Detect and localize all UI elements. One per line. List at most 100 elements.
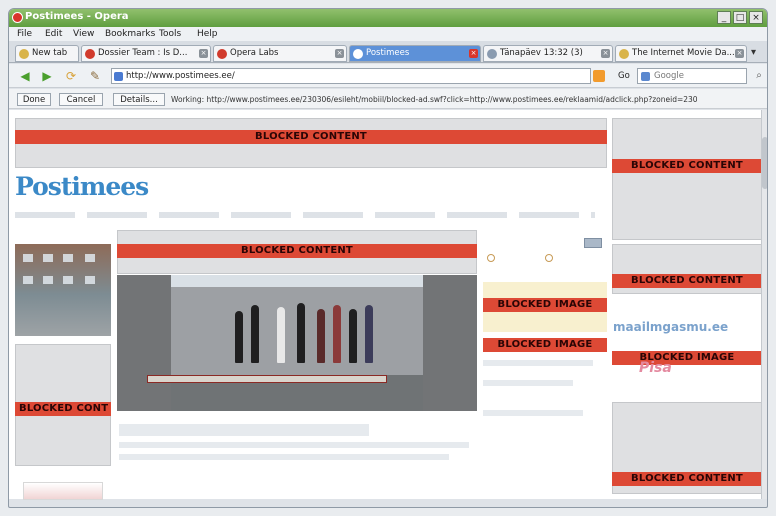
menu-help[interactable]: Help <box>197 29 218 39</box>
photo-person <box>251 305 259 363</box>
wand-icon[interactable]: ✎ <box>87 69 103 83</box>
tab-dossier[interactable]: Dossier Team : Is D... × <box>81 45 211 62</box>
binoculars-icon[interactable]: ⌕ <box>751 69 767 83</box>
small-button[interactable] <box>584 238 602 248</box>
sidebar-text <box>483 410 583 416</box>
blocked-right-ad-1 <box>612 118 762 240</box>
tab-menu-icon[interactable]: ▾ <box>751 47 763 59</box>
photo-window <box>85 254 95 262</box>
photo-person <box>297 303 305 363</box>
cancel-button[interactable]: Cancel <box>59 93 103 106</box>
article-text <box>119 442 469 448</box>
close-icon[interactable]: × <box>335 49 344 58</box>
poll-radio[interactable] <box>487 254 495 262</box>
photo-window <box>85 276 95 284</box>
car-thumbnail[interactable] <box>23 482 103 500</box>
poll-radio[interactable] <box>545 254 553 262</box>
tab-label: The Internet Movie Da... <box>632 48 735 58</box>
photo-person <box>349 309 357 363</box>
tab-label: Opera Labs <box>230 48 279 58</box>
menu-bar: File Edit View Bookmarks Tools Help <box>9 27 767 41</box>
address-text: http://www.postimees.ee/ <box>126 71 235 81</box>
side-photo[interactable] <box>15 244 111 336</box>
photo-window <box>63 254 73 262</box>
tab-new[interactable]: New tab <box>15 45 79 62</box>
tab-postimees[interactable]: Postimees × <box>349 45 481 62</box>
blocked-content-label: BLOCKED CONTENT <box>15 130 607 144</box>
tab-opera-labs[interactable]: Opera Labs × <box>213 45 347 62</box>
tab-bar: New tab Dossier Team : Is D... × Opera La… <box>9 41 767 63</box>
scrollbar-thumb[interactable] <box>762 137 767 189</box>
new-tab-icon <box>19 49 29 59</box>
search-field[interactable]: Google <box>637 68 747 84</box>
back-icon[interactable]: ◀ <box>17 69 33 83</box>
photo-barrier <box>147 375 387 383</box>
close-icon[interactable]: × <box>601 49 610 58</box>
close-icon[interactable]: × <box>199 49 208 58</box>
photo-person <box>333 305 341 363</box>
page-tab-icon <box>353 49 363 59</box>
maximize-button[interactable]: □ <box>733 11 747 24</box>
pink-ad-text[interactable]: Pisa <box>639 360 672 376</box>
page-icon <box>114 72 123 81</box>
menu-file[interactable]: File <box>17 29 32 39</box>
menu-bookmarks[interactable]: Bookmarks <box>105 29 155 39</box>
feed-icon[interactable] <box>593 70 605 82</box>
opera-tab-icon <box>217 49 227 59</box>
search-placeholder: Google <box>654 71 684 81</box>
blocked-content-label: BLOCKED CONTENT <box>612 159 762 173</box>
opera-icon <box>12 12 23 23</box>
tab-label: New tab <box>32 48 68 58</box>
blocked-image-label: BLOCKED IMAGE <box>483 338 607 352</box>
ad-link[interactable]: maailmgasmu.ee <box>613 320 728 334</box>
photo-pillar <box>117 275 171 411</box>
details-button[interactable]: Details... <box>113 93 165 106</box>
search-engine-icon <box>641 72 650 81</box>
tab-label: Tänapäev 13:32 (3) <box>500 48 583 58</box>
photo-window <box>23 254 33 262</box>
news-photo[interactable] <box>117 275 477 411</box>
blocked-content-label: BLOCKED CONTENT <box>612 472 762 486</box>
photo-person <box>317 309 325 363</box>
photo-person <box>235 311 243 363</box>
photo-person <box>277 307 285 363</box>
browser-window: Postimees - Opera _ □ × File Edit View B… <box>8 8 768 508</box>
done-button[interactable]: Done <box>17 93 51 106</box>
site-navigation <box>15 212 595 218</box>
photo-window <box>23 276 33 284</box>
menu-tools[interactable]: Tools <box>159 29 181 39</box>
photo-person <box>365 305 373 363</box>
title-bar: Postimees - Opera _ □ × <box>9 9 767 27</box>
address-field[interactable]: http://www.postimees.ee/ <box>111 68 591 84</box>
menu-view[interactable]: View <box>73 29 94 39</box>
headline-text[interactable] <box>119 424 369 436</box>
go-button[interactable]: Go <box>618 71 630 81</box>
photo-pillar <box>423 275 477 411</box>
blocked-image-label: BLOCKED IMAGE <box>483 298 607 312</box>
forward-icon[interactable]: ▶ <box>39 69 55 83</box>
tab-label: Dossier Team : Is D... <box>98 48 188 58</box>
minimize-button[interactable]: _ <box>717 11 731 24</box>
close-icon[interactable]: × <box>735 49 744 58</box>
tab-label: Postimees <box>366 48 410 58</box>
article-text <box>119 454 449 460</box>
tab-tanapaev[interactable]: Tänapäev 13:32 (3) × <box>483 45 613 62</box>
loading-toolbar: Done Cancel Details... Working: http://w… <box>9 89 767 109</box>
navigation-bar: ◀ ▶ ⟳ ✎ http://www.postimees.ee/ Go Goog… <box>9 64 767 88</box>
blocked-image-label: BLOCKED IMAGE <box>612 351 762 365</box>
photo-window <box>63 276 73 284</box>
menu-edit[interactable]: Edit <box>45 29 62 39</box>
window-title: Postimees - Opera <box>25 11 129 22</box>
loading-status: Working: http://www.postimees.ee/230306/… <box>171 95 698 104</box>
reload-icon[interactable]: ⟳ <box>63 69 79 83</box>
tab-imdb[interactable]: The Internet Movie Da... × <box>615 45 747 62</box>
blocked-content-label: BLOCKED CONT <box>15 402 111 416</box>
site-logo[interactable]: Postimees <box>15 172 149 201</box>
opera-tab-icon <box>85 49 95 59</box>
sidebar-text <box>483 380 573 386</box>
close-button[interactable]: × <box>749 11 763 24</box>
photo-window <box>43 276 53 284</box>
page-tab-icon <box>487 49 497 59</box>
close-icon[interactable]: × <box>469 49 478 58</box>
blocked-content-label: BLOCKED CONTENT <box>612 274 762 288</box>
